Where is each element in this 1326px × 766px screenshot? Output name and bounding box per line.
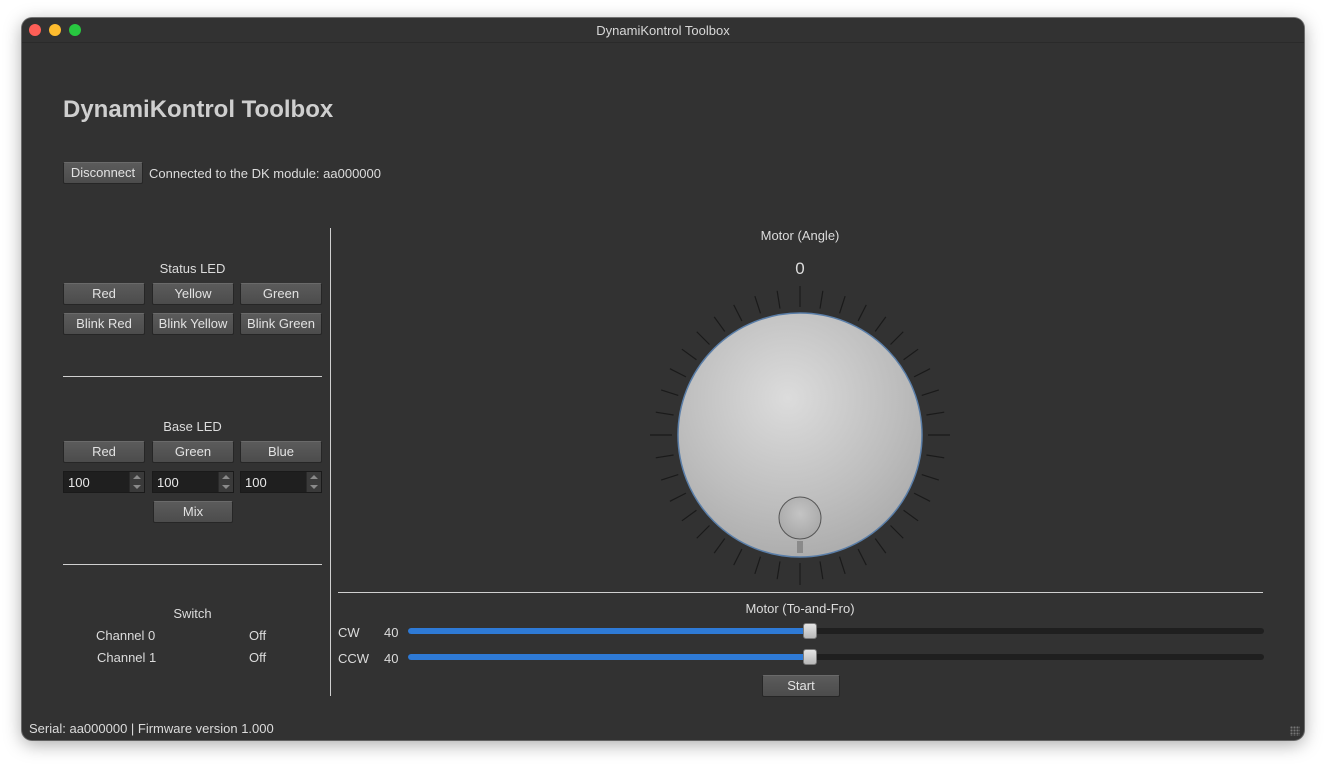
chevron-up-icon[interactable] [310,475,318,479]
connection-status: Connected to the DK module: aa000000 [149,166,382,181]
ccw-slider-fill [408,654,810,660]
dial-tick [733,304,743,322]
mix-button[interactable]: Mix [153,501,233,523]
dial-tick [776,561,781,580]
dial-tick [857,548,867,566]
dial-tick [903,348,919,361]
dial-tick [913,492,931,502]
dial-tick [874,316,887,332]
dial-tick [838,295,846,314]
dial-tick [754,556,762,575]
channel-0-state: Off [249,628,267,643]
resize-grip-icon[interactable] [1290,726,1300,736]
motor-tofro-title: Motor (To-and-Fro) [745,601,855,616]
cw-slider-fill [408,628,810,634]
dial-tick [696,331,710,345]
status-green-button[interactable]: Green [240,283,322,305]
base-green-button[interactable]: Green [152,441,234,463]
cw-value: 40 [384,625,399,640]
dial-tick [713,316,726,332]
dial-tick [655,454,674,459]
dial-tick [819,290,824,309]
title-bar: DynamiKontrol Toolbox [22,18,1304,43]
ccw-value: 40 [384,651,399,666]
page-title: DynamiKontrol Toolbox [63,96,334,123]
dial-tick [655,411,674,416]
status-led-title: Status LED [159,261,226,276]
spinbox-arrows[interactable] [129,472,144,492]
status-blink-green-button[interactable]: Blink Green [240,313,322,335]
spinbox-value: 100 [157,475,179,490]
base-blue-button[interactable]: Blue [240,441,322,463]
dial-tick [921,389,940,397]
dial-tick [696,525,710,539]
dial-tick [681,348,697,361]
cw-label: CW [338,625,360,640]
dial-tick [713,538,726,554]
base-blue-spinbox[interactable]: 100 [240,471,322,493]
status-blink-red-button[interactable]: Blink Red [63,313,145,335]
base-red-button[interactable]: Red [63,441,145,463]
channel-1-label: Channel 1 [97,650,157,665]
dial-tick [926,454,945,459]
ccw-slider[interactable] [408,649,1264,665]
base-red-spinbox[interactable]: 100 [63,471,145,493]
spinbox-arrows[interactable] [306,472,321,492]
start-button[interactable]: Start [762,675,840,697]
dial-tick [660,389,679,397]
cw-slider[interactable] [408,623,1264,639]
switch-title: Switch [173,606,212,621]
base-green-spinbox[interactable]: 100 [152,471,234,493]
divider [63,376,322,377]
dial-tick [776,290,781,309]
chevron-up-icon[interactable] [133,475,141,479]
status-bar-text: Serial: aa000000 | Firmware version 1.00… [29,721,274,736]
ccw-slider-handle[interactable] [803,649,817,665]
dial-tick [669,492,687,502]
dial-tick [660,473,679,481]
cw-slider-handle[interactable] [803,623,817,639]
ccw-label: CCW [338,651,370,666]
motor-angle-dial[interactable] [650,285,950,586]
window-title: DynamiKontrol Toolbox [596,23,730,38]
dial-tick [733,548,743,566]
dial-tick [926,411,945,416]
dial-tick [669,368,687,378]
channel-0-label: Channel 0 [96,628,156,643]
spinbox-value: 100 [245,475,267,490]
dial-tick [754,295,762,314]
channel-1-state: Off [249,650,267,665]
dial-tick [838,556,846,575]
divider [63,564,322,565]
dial-tick [874,538,887,554]
chevron-down-icon[interactable] [133,485,141,489]
chevron-down-icon[interactable] [310,485,318,489]
motor-angle-title: Motor (Angle) [760,228,840,243]
status-yellow-button[interactable]: Yellow [152,283,234,305]
divider [338,592,1263,593]
dial-tick [913,368,931,378]
dial-tick [890,525,904,539]
app-window: DynamiKontrol Toolbox DynamiKontrol Tool… [22,18,1304,740]
dial-tick [921,473,940,481]
motor-angle-value: 0 [795,259,805,278]
dial-tick [681,509,697,522]
panel-divider [330,228,331,696]
spinbox-arrows[interactable] [218,472,233,492]
chevron-up-icon[interactable] [222,475,230,479]
disconnect-button[interactable]: Disconnect [63,162,143,184]
status-blink-yellow-button[interactable]: Blink Yellow [152,313,234,335]
dial-svg[interactable] [650,285,950,586]
dial-tick [857,304,867,322]
chevron-down-icon[interactable] [222,485,230,489]
base-led-title: Base LED [163,419,222,434]
status-red-button[interactable]: Red [63,283,145,305]
dial-tick [903,509,919,522]
spinbox-value: 100 [68,475,90,490]
dial-tick [890,331,904,345]
dial-tick [819,561,824,580]
